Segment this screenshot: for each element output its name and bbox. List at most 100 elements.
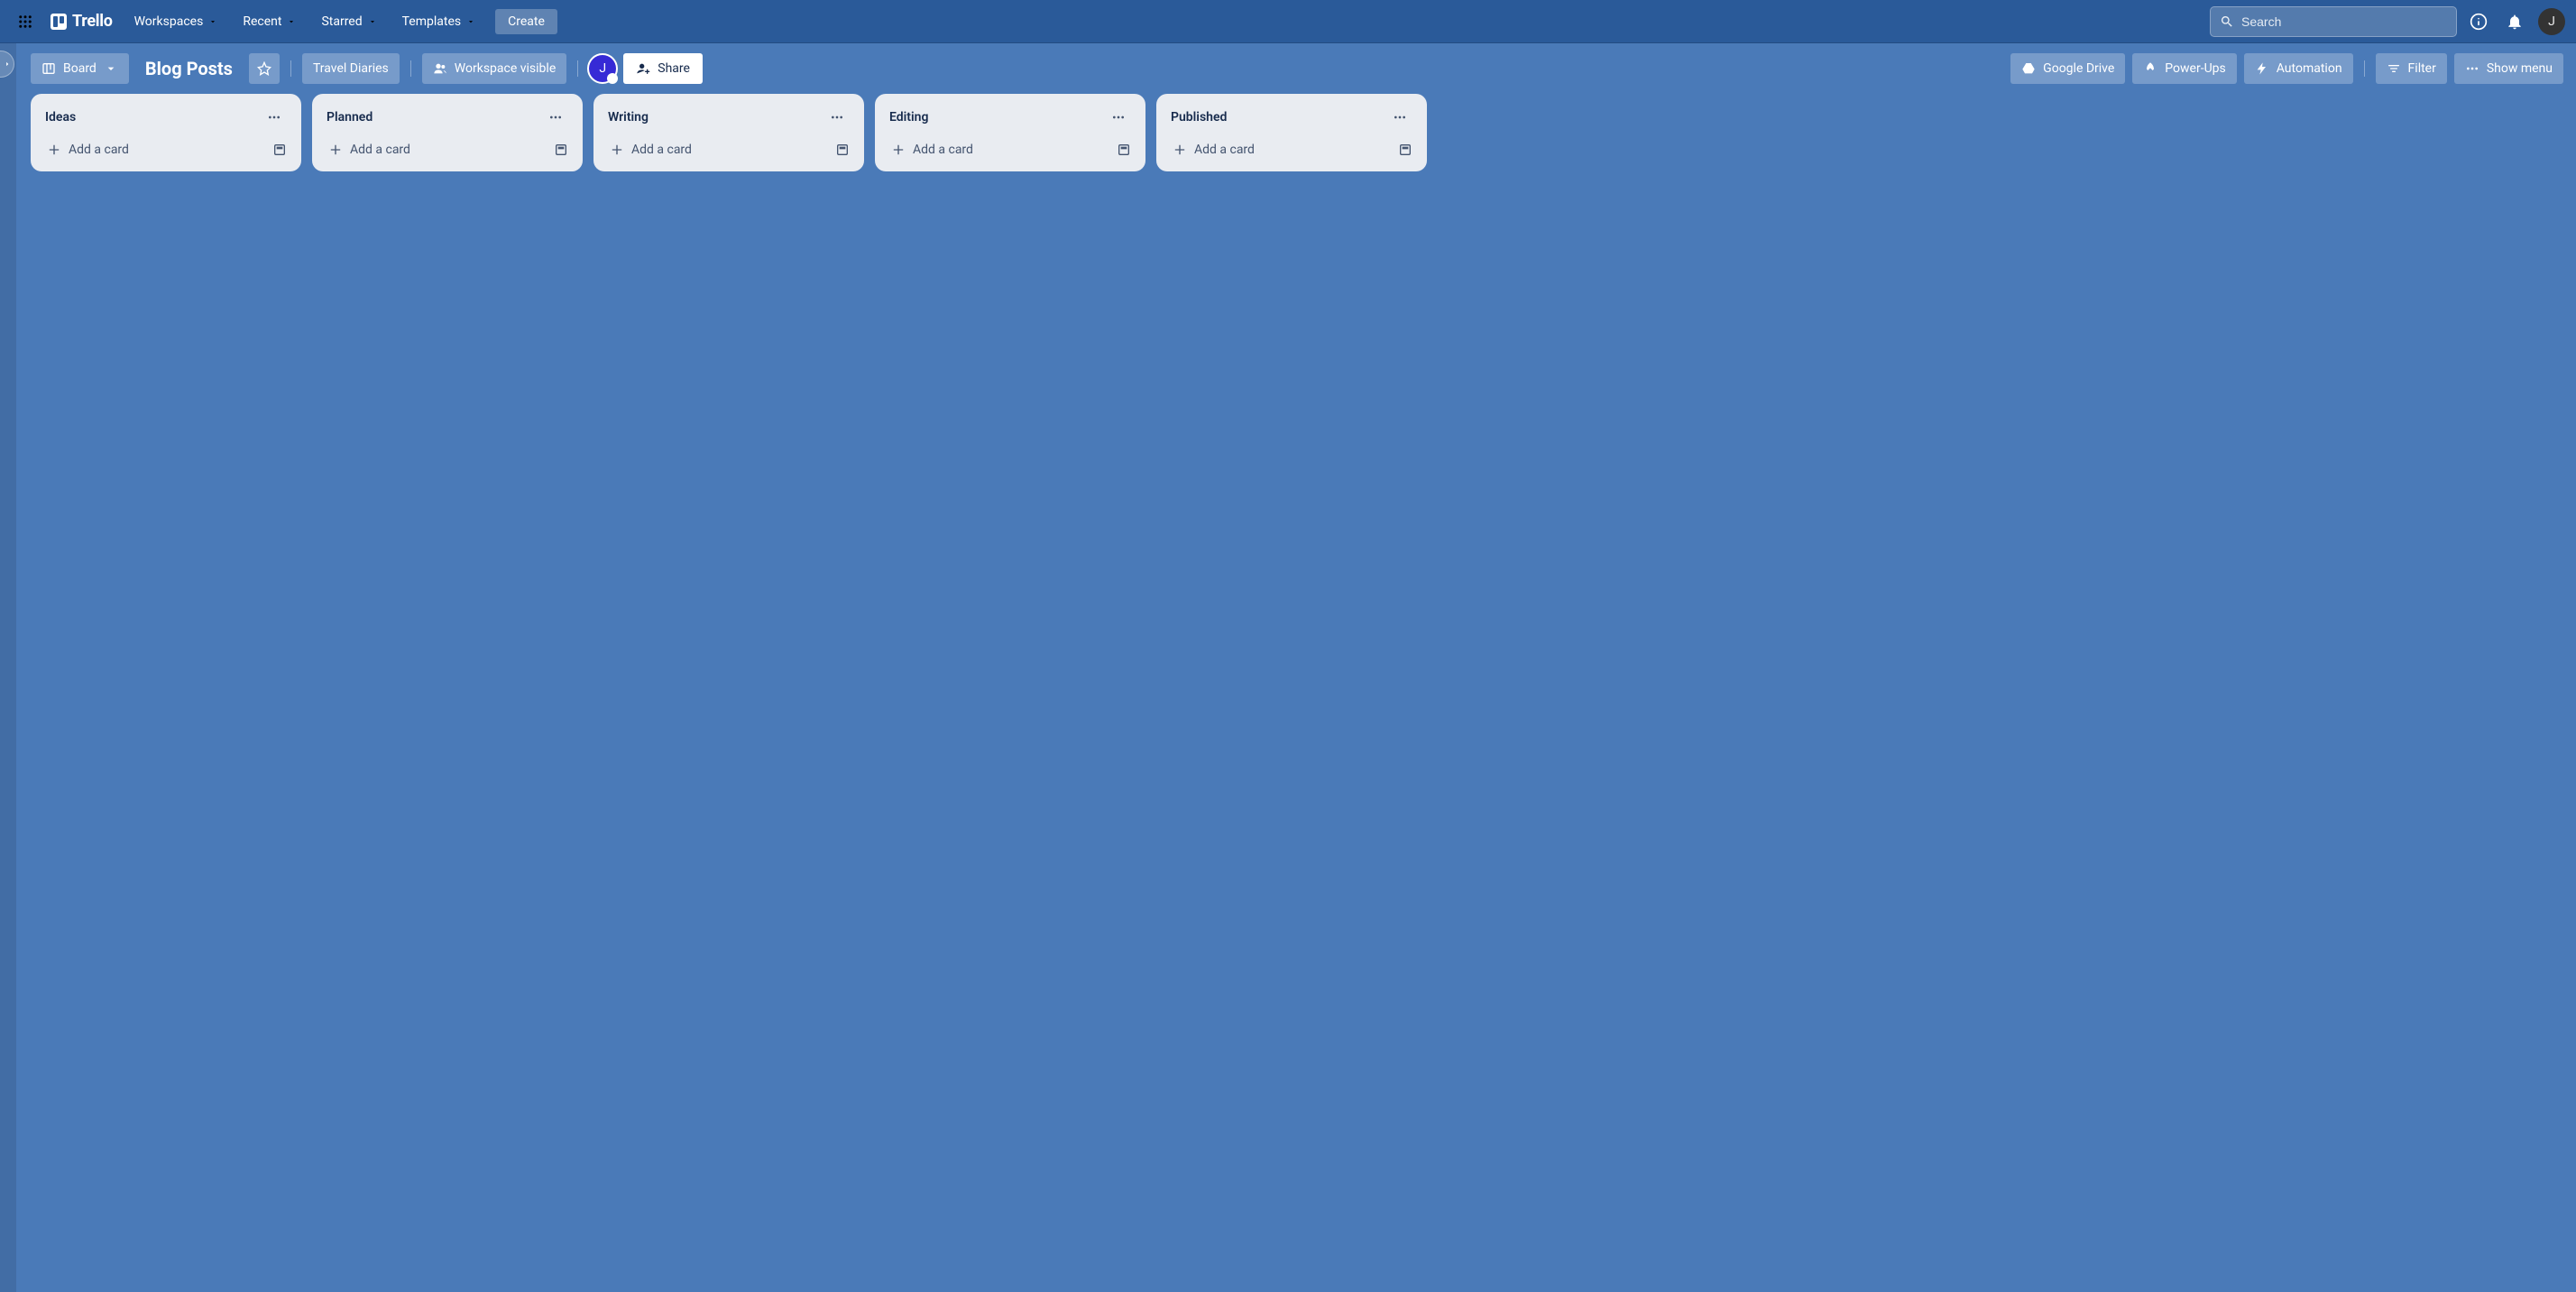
view-label: Board (63, 61, 97, 76)
add-card-button[interactable]: Add a card (321, 137, 543, 162)
add-card-label: Add a card (913, 143, 973, 157)
list-title[interactable]: Published (1171, 110, 1227, 125)
nav-recent[interactable]: Recent (232, 9, 307, 34)
add-card-button[interactable]: Add a card (1165, 137, 1387, 162)
user-avatar[interactable]: J (2538, 8, 2565, 35)
add-card-button[interactable]: Add a card (884, 137, 1106, 162)
template-icon (272, 143, 287, 157)
template-icon (1117, 143, 1131, 157)
list-footer: Add a card (1165, 137, 1418, 162)
filter-icon (2387, 61, 2401, 76)
search-field[interactable] (2210, 6, 2457, 37)
list-menu-button[interactable] (1387, 106, 1412, 128)
list-footer: Add a card (40, 137, 292, 162)
app-switcher-button[interactable] (11, 7, 40, 36)
visibility-button[interactable]: Workspace visible (422, 53, 566, 84)
logo-text: Trello (72, 12, 113, 31)
chevron-down-icon (466, 17, 475, 26)
add-card-label: Add a card (1194, 143, 1255, 157)
user-add-icon (636, 61, 650, 76)
star-board-button[interactable] (249, 53, 280, 84)
info-icon (2470, 13, 2488, 31)
list-footer: Add a card (884, 137, 1136, 162)
list-footer: Add a card (603, 137, 855, 162)
search-input[interactable] (2241, 14, 2447, 29)
plus-icon (891, 143, 906, 157)
member-initial: J (599, 61, 606, 76)
list-title[interactable]: Planned (327, 110, 373, 125)
show-menu-button[interactable]: Show menu (2454, 53, 2563, 84)
notifications-button[interactable] (2500, 7, 2529, 36)
list-menu-button[interactable] (824, 106, 850, 128)
view-switcher-button[interactable]: Board (31, 53, 129, 84)
share-button[interactable]: Share (623, 53, 703, 84)
list-header: Editing (884, 103, 1136, 137)
dots-icon (830, 110, 844, 125)
google-drive-button[interactable]: Google Drive (2010, 53, 2125, 84)
card-template-button[interactable] (548, 137, 574, 162)
board-member-avatar[interactable]: J (589, 55, 616, 82)
separator (290, 60, 291, 77)
board-lists: Ideas Add a card Planned Add a card (0, 94, 2576, 171)
nav-templates[interactable]: Templates (391, 9, 487, 34)
dots-icon (1393, 110, 1407, 125)
plus-icon (1173, 143, 1187, 157)
visibility-label: Workspace visible (455, 61, 556, 76)
add-card-button[interactable]: Add a card (603, 137, 824, 162)
drive-icon (2021, 61, 2036, 76)
workspace-name: Travel Diaries (313, 61, 389, 76)
bell-icon (2506, 13, 2524, 31)
list-title[interactable]: Ideas (45, 110, 76, 125)
create-button[interactable]: Create (495, 9, 557, 34)
list: Writing Add a card (593, 94, 864, 171)
list-title[interactable]: Writing (608, 110, 649, 125)
nav-starred-label: Starred (321, 14, 362, 29)
workspace-link[interactable]: Travel Diaries (302, 53, 400, 84)
admin-badge (607, 73, 618, 84)
list-menu-button[interactable] (1106, 106, 1131, 128)
template-icon (835, 143, 850, 157)
rocket-icon (2143, 61, 2157, 76)
add-card-button[interactable]: Add a card (40, 137, 262, 162)
top-nav: Trello Workspaces Recent Starred Templat… (0, 0, 2576, 43)
power-ups-button[interactable]: Power-Ups (2132, 53, 2236, 84)
plus-icon (610, 143, 624, 157)
filter-button[interactable]: Filter (2376, 53, 2447, 84)
chevron-right-icon (3, 60, 12, 69)
list-title[interactable]: Editing (889, 110, 928, 125)
nav-workspaces-label: Workspaces (134, 14, 204, 29)
chevron-down-icon (104, 61, 118, 76)
list: Editing Add a card (875, 94, 1145, 171)
logo-home-link[interactable]: Trello (43, 12, 120, 31)
board-title[interactable]: Blog Posts (136, 58, 242, 79)
card-template-button[interactable] (267, 137, 292, 162)
template-icon (554, 143, 568, 157)
plus-icon (328, 143, 343, 157)
add-card-label: Add a card (350, 143, 410, 157)
dots-icon (1111, 110, 1126, 125)
dots-icon (2465, 61, 2479, 76)
list-header: Writing (603, 103, 855, 137)
board-header: Board Blog Posts Travel Diaries Workspac… (0, 43, 2576, 94)
info-button[interactable] (2464, 7, 2493, 36)
nav-starred[interactable]: Starred (310, 9, 387, 34)
separator (410, 60, 411, 77)
list-footer: Add a card (321, 137, 574, 162)
chevron-down-icon (208, 17, 217, 26)
chevrons-up-icon (609, 75, 616, 82)
card-template-button[interactable] (1111, 137, 1136, 162)
automation-label: Automation (2277, 61, 2342, 76)
card-template-button[interactable] (1393, 137, 1418, 162)
nav-templates-label: Templates (402, 14, 462, 29)
list-menu-button[interactable] (543, 106, 568, 128)
card-template-button[interactable] (830, 137, 855, 162)
share-label: Share (658, 61, 690, 76)
filter-label: Filter (2408, 61, 2436, 76)
nav-workspaces[interactable]: Workspaces (124, 9, 229, 34)
list-menu-button[interactable] (262, 106, 287, 128)
list: Ideas Add a card (31, 94, 301, 171)
power-ups-label: Power-Ups (2165, 61, 2225, 76)
user-initial: J (2548, 14, 2555, 29)
automation-button[interactable]: Automation (2244, 53, 2353, 84)
chevron-down-icon (287, 17, 296, 26)
